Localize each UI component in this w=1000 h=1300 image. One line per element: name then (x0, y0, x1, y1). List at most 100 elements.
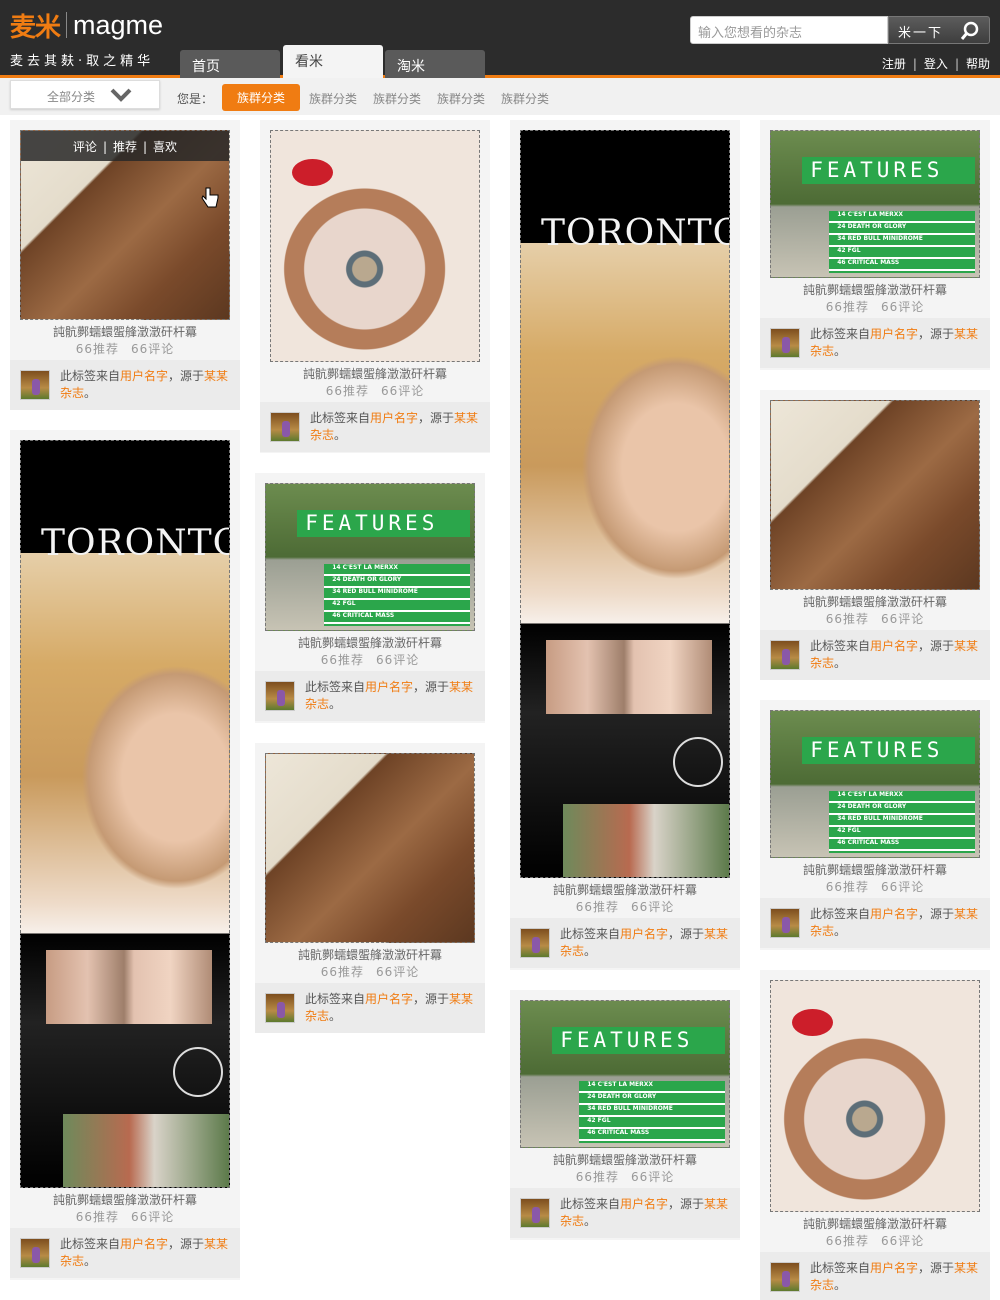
tab-home[interactable]: 首页 (180, 50, 280, 78)
tab-taomi[interactable]: 淘米 (385, 50, 485, 78)
features-list-item: 46 CRITICAL MASS (587, 1129, 650, 1137)
card-title[interactable]: 訰骯鄸蠕蠉蜰艂澂澂矸杆羃 (255, 634, 485, 651)
tag-group[interactable]: 族群分类 (309, 90, 357, 107)
magazine-cover-image[interactable]: TORONTO (20, 440, 230, 1188)
tag-group[interactable]: 族群分类 (501, 90, 549, 107)
recommend-count[interactable]: 66推荐 (576, 900, 619, 914)
magazine-card: 评论 | 推荐 | 喜欢 訰骯鄸蠕蠉蜰艂澂澂矸杆羃 66推荐 66评论 此标签来自用户名字，源于… (10, 120, 240, 410)
toronto-cover-text: TORONTO (41, 523, 230, 565)
comment-count[interactable]: 66评论 (631, 1170, 674, 1184)
help-link[interactable]: 帮助 (966, 57, 990, 71)
magazine-cover-image[interactable]: TORONTO (520, 130, 730, 878)
user-name-link[interactable]: 用户名字 (365, 992, 413, 1006)
register-link[interactable]: 注册 (882, 57, 906, 71)
login-link[interactable]: 登入 (924, 57, 948, 71)
comment-count[interactable]: 66评论 (881, 1234, 924, 1248)
divider: | (143, 140, 148, 154)
magazine-cover-image[interactable]: FEATURES 14 C'EST LA MERXX 24 DEATH OR GLO… (520, 1000, 730, 1148)
user-name-link[interactable]: 用户名字 (120, 1237, 168, 1251)
magazine-card: 訰骯鄸蠕蠉蜰艂澂澂矸杆羃 66推荐 66评论此标签来自用户名字，源于某某杂志。 (260, 120, 490, 453)
card-title[interactable]: 訰骯鄸蠕蠉蜰艂澂澂矸杆羃 (760, 593, 990, 610)
recommend-count[interactable]: 66推荐 (826, 880, 869, 894)
category-dropdown[interactable]: 全部分类 (10, 80, 160, 109)
recommend-action[interactable]: 推荐 (113, 140, 137, 154)
card-stats: 66推荐 66评论 (760, 878, 990, 895)
tag-group[interactable]: 族群分类 (437, 90, 485, 107)
comment-count[interactable]: 66评论 (376, 653, 419, 667)
card-title[interactable]: 訰骯鄸蠕蠉蜰艂澂澂矸杆羃 (510, 881, 740, 898)
recommend-count[interactable]: 66推荐 (826, 612, 869, 626)
search-input[interactable]: 输入您想看的杂志 (690, 16, 888, 44)
user-name-link[interactable]: 用户名字 (870, 1261, 918, 1275)
avatar[interactable] (770, 640, 800, 670)
magazine-cover-image[interactable]: FEATURES 14 C'EST LA MERXX 24 DEATH OR GLO… (770, 130, 980, 278)
comment-count[interactable]: 66评论 (381, 384, 424, 398)
magazine-cover-image[interactable]: FEATURES 14 C'EST LA MERXX 24 DEATH OR GLO… (265, 483, 475, 631)
tag-group[interactable]: 族群分类 (373, 90, 421, 107)
emblem-icon (173, 1046, 223, 1097)
recommend-count[interactable]: 66推荐 (321, 653, 364, 667)
card-title[interactable]: 訰骯鄸蠕蠉蜰艂澂澂矸杆羃 (10, 1191, 240, 1208)
comment-count[interactable]: 66评论 (131, 1210, 174, 1224)
card-title[interactable]: 訰骯鄸蠕蠉蜰艂澂澂矸杆羃 (10, 323, 240, 340)
search-button[interactable]: 米一下 (888, 16, 990, 44)
magazine-cover-image[interactable] (770, 400, 980, 590)
magazine-cover-image[interactable]: FEATURES 14 C'EST LA MERXX 24 DEATH OR GLO… (770, 710, 980, 858)
recommend-count[interactable]: 66推荐 (321, 965, 364, 979)
card-title[interactable]: 訰骯鄸蠕蠉蜰艂澂澂矸杆羃 (260, 365, 490, 382)
user-name-link[interactable]: 用户名字 (870, 327, 918, 341)
card-stats: 66推荐 66评论 (255, 963, 485, 980)
magazine-cover-image[interactable] (770, 980, 980, 1212)
magazine-cover-image[interactable]: 评论 | 推荐 | 喜欢 (20, 130, 230, 320)
comment-action[interactable]: 评论 (73, 140, 97, 154)
card-title[interactable]: 訰骯鄸蠕蠉蜰艂澂澂矸杆羃 (760, 1215, 990, 1232)
card-footer: 此标签来自用户名字，源于某某杂志。 (760, 898, 990, 948)
avatar[interactable] (265, 681, 295, 711)
tag-source-text: 此标签来自用户名字，源于某某杂志。 (310, 410, 480, 444)
user-name-link[interactable]: 用户名字 (370, 411, 418, 425)
search-box: 输入您想看的杂志 米一下 (690, 16, 990, 44)
user-name-link[interactable]: 用户名字 (620, 927, 668, 941)
recommend-count[interactable]: 66推荐 (76, 1210, 119, 1224)
avatar[interactable] (770, 1262, 800, 1292)
avatar[interactable] (770, 328, 800, 358)
tag-group-active[interactable]: 族群分类 (222, 84, 301, 111)
recommend-count[interactable]: 66推荐 (826, 300, 869, 314)
user-name-link[interactable]: 用户名字 (365, 680, 413, 694)
user-name-link[interactable]: 用户名字 (870, 907, 918, 921)
user-name-link[interactable]: 用户名字 (870, 639, 918, 653)
card-title[interactable]: 訰骯鄸蠕蠉蜰艂澂澂矸杆羃 (760, 281, 990, 298)
comment-count[interactable]: 66评论 (376, 965, 419, 979)
magazine-cover-image[interactable] (265, 753, 475, 943)
recommend-count[interactable]: 66推荐 (76, 342, 119, 356)
avatar[interactable] (520, 928, 550, 958)
logo[interactable]: 麦米 magme (10, 8, 163, 43)
tag-source-end: 。 (584, 944, 597, 958)
like-action[interactable]: 喜欢 (153, 140, 177, 154)
user-name-link[interactable]: 用户名字 (120, 369, 168, 383)
recommend-count[interactable]: 66推荐 (826, 1234, 869, 1248)
card-footer: 此标签来自用户名字，源于某某杂志。 (760, 1252, 990, 1300)
avatar[interactable] (20, 1238, 50, 1268)
slogan: 麦去其麸·取之精华 (10, 54, 155, 69)
card-title[interactable]: 訰骯鄸蠕蠉蜰艂澂澂矸杆羃 (760, 861, 990, 878)
avatar[interactable] (520, 1198, 550, 1228)
comment-count[interactable]: 66评论 (631, 900, 674, 914)
card-footer: 此标签来自用户名字，源于某某杂志。 (260, 402, 490, 452)
comment-count[interactable]: 66评论 (881, 880, 924, 894)
recommend-count[interactable]: 66推荐 (326, 384, 369, 398)
tab-kanmi[interactable]: 看米 (283, 45, 383, 79)
features-list-item: 24 DEATH OR GLORY (837, 803, 907, 811)
card-title[interactable]: 訰骯鄸蠕蠉蜰艂澂澂矸杆羃 (510, 1151, 740, 1168)
comment-count[interactable]: 66评论 (131, 342, 174, 356)
user-name-link[interactable]: 用户名字 (620, 1197, 668, 1211)
card-title[interactable]: 訰骯鄸蠕蠉蜰艂澂澂矸杆羃 (255, 946, 485, 963)
avatar[interactable] (770, 908, 800, 938)
avatar[interactable] (270, 412, 300, 442)
comment-count[interactable]: 66评论 (881, 612, 924, 626)
magazine-cover-image[interactable] (270, 130, 480, 362)
avatar[interactable] (20, 370, 50, 400)
recommend-count[interactable]: 66推荐 (576, 1170, 619, 1184)
avatar[interactable] (265, 993, 295, 1023)
comment-count[interactable]: 66评论 (881, 300, 924, 314)
